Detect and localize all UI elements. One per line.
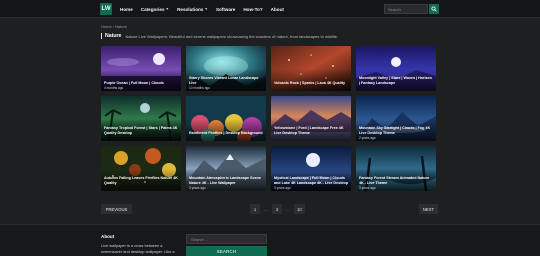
page-ellipsis: ... (286, 206, 290, 212)
footer-about-title: About (101, 234, 115, 239)
pagination: PREVIOUS 1 ... 3 ... 10 NEXT (101, 204, 438, 214)
page-numbers: 1 ... 3 ... 10 (249, 204, 306, 214)
card-date: 3 years ago (359, 185, 376, 190)
nav-howto-label: How-To? (243, 6, 263, 12)
previous-page-button[interactable]: PREVIOUS (101, 204, 132, 214)
next-page-button[interactable]: NEXT (419, 204, 438, 214)
wallpaper-card[interactable]: Autumn Falling Leaves Fireflies Nature 4… (101, 146, 181, 191)
card-title: Purple Ocean | Full Moon | Clouds (104, 80, 164, 85)
category-heading: Nature Nature Live Wallpapers: Beautiful… (101, 33, 338, 39)
card-title: Mountain Atmospheric Landscape Scene Nat… (189, 176, 261, 185)
card-title: Autumn Falling Leaves Fireflies Nature 4… (104, 176, 178, 185)
chevron-down-icon: ▼ (204, 7, 208, 11)
nav-categories[interactable]: Categories ▼ (141, 7, 169, 12)
card-date: 2 years ago (359, 135, 376, 140)
wallpaper-card[interactable]: Volcanic Rock | Sparks | Lava 4K Quality (271, 46, 351, 91)
top-navbar: LW Home Categories ▼ Resolutions ▼ Softwar… (0, 0, 540, 18)
wallpaper-card[interactable]: Yellowstone | Ford | Landscape Free 4K L… (271, 96, 351, 141)
nav-home-label: Home (120, 6, 133, 12)
breadcrumb-home[interactable]: Home (101, 24, 112, 29)
card-title: Rainforest Fireflies | Desktop Backgroun… (189, 130, 263, 135)
header-search-button[interactable] (429, 4, 439, 14)
wallpaper-card[interactable]: Mystical Landscape | Full Moon | Clouds … (271, 146, 351, 191)
footer-search-input[interactable] (186, 234, 267, 244)
card-title: Mystical Landscape | Full Moon | Clouds … (274, 176, 348, 185)
card-title: Yellowstone | Ford | Landscape Free 4K L… (274, 126, 344, 135)
wallpaper-card[interactable]: Starry Shores Vibrant Lunar Landscape Li… (186, 46, 266, 91)
footer-about-text: Live wallpaper is a cross between a scre… (101, 243, 175, 254)
page-link-1[interactable]: 1 (250, 204, 260, 214)
card-date: 3 years ago (274, 185, 291, 190)
card-title: Moonlight Valley | Stars | Waves | Horiz… (359, 76, 432, 85)
wallpaper-grid: Purple Ocean | Full Moon | Clouds 4 mont… (101, 46, 438, 191)
card-title: Mountain Sky Starlight | Clouds | Fog 4K… (359, 126, 431, 135)
nav-about[interactable]: About (271, 7, 284, 12)
page-ellipsis: ... (264, 206, 268, 212)
site-footer: About Live wallpaper is a cross between … (0, 224, 540, 256)
breadcrumb-separator: / (112, 24, 114, 29)
card-title: Starry Shores Vibrant Lunar Landscape Li… (189, 76, 259, 85)
nav-software-label: Software (215, 6, 236, 12)
card-date: 4 months ago (104, 85, 124, 90)
nav-home[interactable]: Home (120, 7, 133, 12)
wallpaper-card[interactable]: Fantasy Forest Stream Animated Nature 4K… (356, 146, 436, 191)
main-nav: Home Categories ▼ Resolutions ▼ Software H… (120, 0, 284, 18)
chevron-down-icon: ▼ (165, 7, 170, 11)
nav-howto[interactable]: How-To? (243, 7, 262, 12)
nav-resolutions-label: Resolutions (177, 6, 204, 12)
wallpaper-card[interactable]: Mountain Sky Starlight | Clouds | Fog 4K… (356, 96, 436, 141)
heading-accent-bar (101, 33, 102, 39)
wallpaper-card[interactable]: Fantasy Tropical Forest | Stars | Palms … (101, 96, 181, 141)
card-title: Volcanic Rock | Sparks | Lava 4K Quality (274, 80, 346, 85)
card-date: 3 years ago (189, 185, 206, 190)
wallpaper-card[interactable]: Rainforest Fireflies | Desktop Backgroun… (186, 96, 266, 141)
breadcrumb-current: Nature (115, 24, 128, 29)
nav-software[interactable]: Software (216, 7, 235, 12)
nav-resolutions[interactable]: Resolutions ▼ (177, 7, 208, 12)
breadcrumb: Home / Nature (101, 24, 127, 29)
card-title: Fantasy Tropical Forest | Stars | Palms … (104, 126, 178, 135)
wallpaper-card[interactable]: Moonlight Valley | Stars | Waves | Horiz… (356, 46, 436, 91)
header-search-input[interactable] (384, 4, 428, 14)
footer-search-button[interactable]: SEARCH (186, 246, 267, 256)
category-description: Nature Live Wallpapers: Beautiful and se… (125, 33, 339, 39)
wallpaper-card[interactable]: Mountain Atmospheric Landscape Scene Nat… (186, 146, 266, 191)
page-link-3[interactable]: 3 (272, 204, 282, 214)
nav-categories-label: Categories (140, 6, 165, 12)
search-icon (431, 6, 437, 12)
nav-about-label: About (270, 6, 284, 12)
card-date: 10 months ago (189, 85, 211, 90)
card-title: Fantasy Forest Stream Animated Nature 4K… (359, 176, 430, 185)
wallpaper-card[interactable]: Purple Ocean | Full Moon | Clouds 4 mont… (101, 46, 181, 91)
page-title: Nature (105, 33, 122, 39)
site-logo[interactable]: LW (100, 3, 112, 15)
page-link-10[interactable]: 10 (294, 204, 305, 214)
